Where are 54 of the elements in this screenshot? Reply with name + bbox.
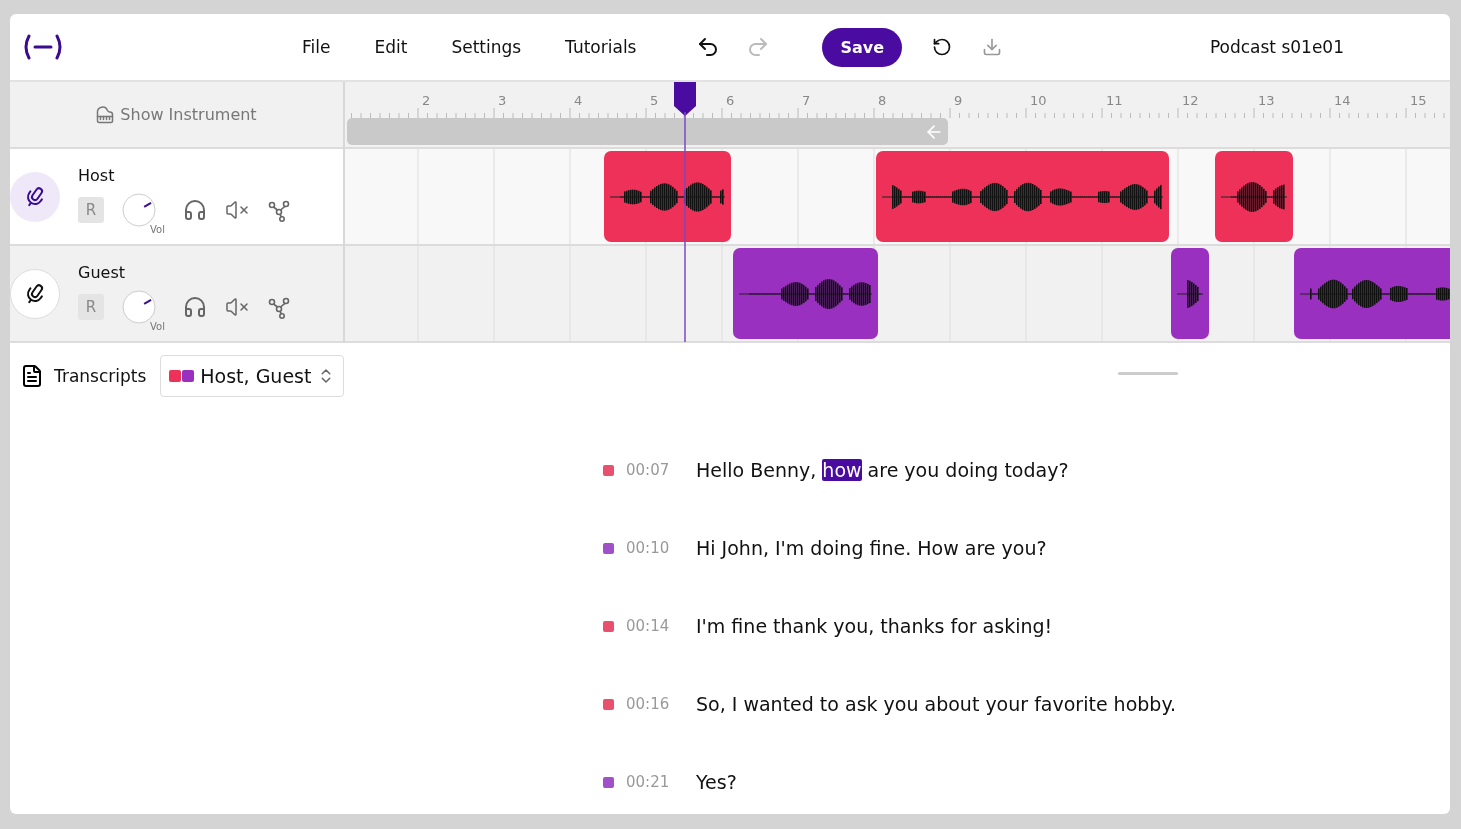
ruler-number: 4 <box>574 93 583 108</box>
ruler-number: 9 <box>954 93 963 108</box>
ruler-number: 3 <box>498 93 507 108</box>
ruler-number: 14 <box>1334 93 1351 108</box>
menu-item[interactable]: Edit <box>374 37 408 57</box>
ruler-number: 13 <box>1258 93 1275 108</box>
waveform-drawing <box>1221 180 1287 213</box>
ruler-number: 12 <box>1182 93 1199 108</box>
drag-handle[interactable] <box>1118 372 1178 375</box>
menu-item[interactable]: Tutorials <box>565 37 637 57</box>
node-graph-icon[interactable] <box>266 295 291 319</box>
ruler-number: 10 <box>1030 93 1047 108</box>
ruler-number: 15 <box>1410 93 1427 108</box>
transcript-text[interactable]: So, I wanted to ask you about your favorite hobby. <box>696 693 1176 715</box>
transcript-text[interactable]: Hello Benny, how are you doing today? <box>696 459 1069 481</box>
audio-clip[interactable] <box>604 151 731 242</box>
mute-icon[interactable] <box>224 198 249 222</box>
menu-item[interactable]: File <box>302 37 331 57</box>
document-icon <box>20 364 44 388</box>
piano-icon <box>96 105 115 124</box>
track-name: Host <box>78 166 116 185</box>
audio-clip[interactable] <box>1215 151 1293 242</box>
audio-clip[interactable] <box>1294 248 1450 339</box>
ruler-number: 5 <box>650 93 659 108</box>
logo-icon[interactable] <box>22 34 64 60</box>
ruler-number: 2 <box>422 93 431 108</box>
microphone-icon[interactable] <box>10 171 60 222</box>
volume-label: Vol <box>150 321 165 332</box>
audio-clip[interactable] <box>1171 248 1209 339</box>
scrollbar[interactable] <box>347 118 948 145</box>
project-title: Podcast s01e01 <box>1209 37 1344 57</box>
ruler-number: 6 <box>726 93 735 108</box>
ruler-number: 11 <box>1106 93 1123 108</box>
save-button[interactable]: Save <box>822 27 903 67</box>
menu-item[interactable]: Settings <box>451 37 522 57</box>
show-instrument-button[interactable]: Show Instrument <box>90 104 263 125</box>
headphones-icon[interactable] <box>182 198 207 222</box>
audio-clip[interactable] <box>876 151 1169 242</box>
audio-clip[interactable] <box>733 248 878 339</box>
waveform-drawing <box>1177 277 1203 310</box>
track-name: Guest <box>78 263 126 282</box>
microphone-icon[interactable] <box>10 268 60 319</box>
mute-icon[interactable] <box>224 295 249 319</box>
playhead[interactable] <box>673 82 697 342</box>
transcript-text[interactable]: Yes? <box>696 771 737 793</box>
node-graph-icon[interactable] <box>266 198 291 222</box>
ruler-number: 7 <box>802 93 811 108</box>
volume-label: Vol <box>150 224 165 235</box>
transcript-text[interactable]: Hi John, I'm doing fine. How are you? <box>696 537 1047 559</box>
headphones-icon[interactable] <box>182 295 207 319</box>
transcripts-label: Transcripts <box>54 366 147 386</box>
ruler-number: 8 <box>878 93 887 108</box>
transcript-text[interactable]: I'm fine thank you, thanks for asking! <box>696 615 1053 637</box>
speaker-filter-dropdown[interactable]: Host, Guest <box>160 355 345 397</box>
